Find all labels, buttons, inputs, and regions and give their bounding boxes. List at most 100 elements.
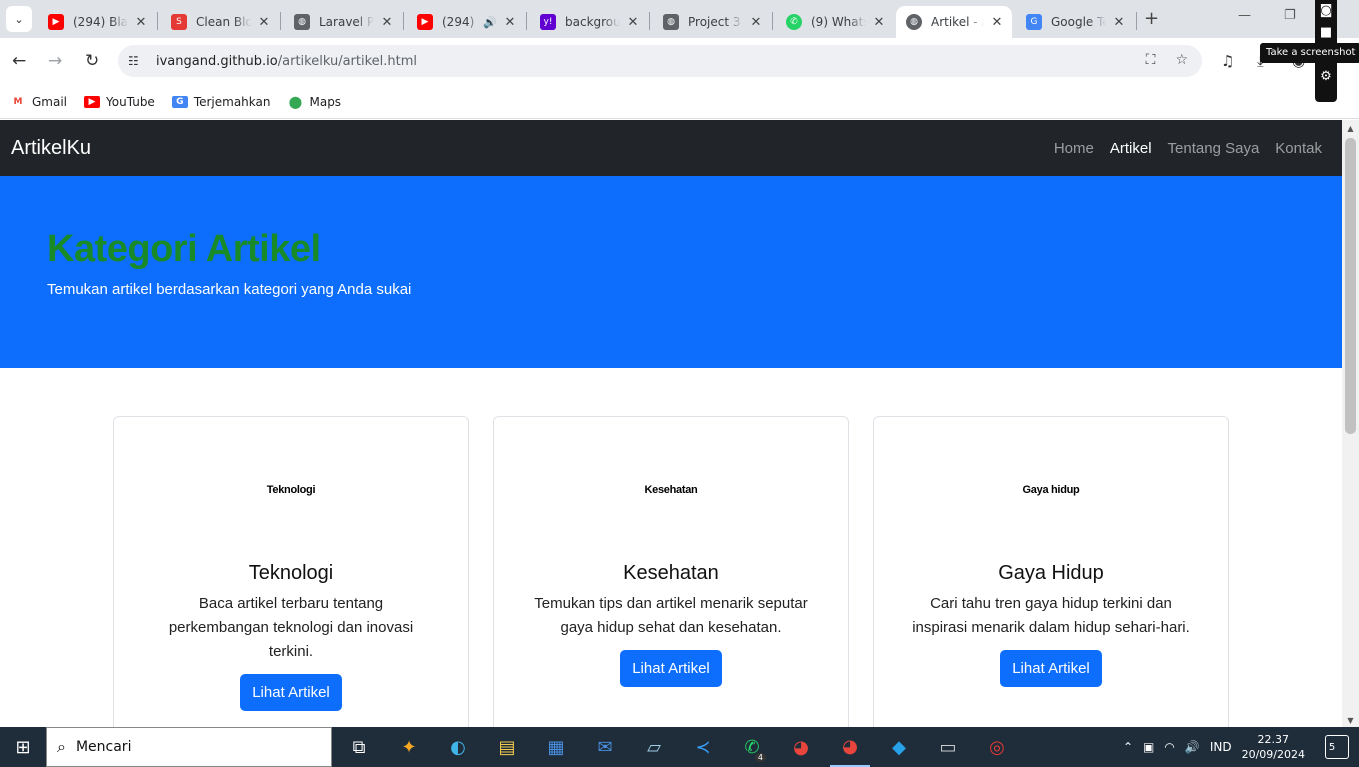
windows-start-icon[interactable]: ⊞ — [0, 737, 46, 758]
bookmark-youtube[interactable]: ▶ YouTube — [84, 95, 155, 109]
taskbar-search-placeholder: Mencari — [75, 739, 132, 755]
wifi-icon[interactable]: ◠ — [1164, 740, 1174, 754]
tab-8[interactable]: G Google Te ✕ — [1016, 6, 1134, 38]
reload-icon[interactable]: ↻ — [85, 51, 99, 71]
chrome-active-icon[interactable]: ◕ — [830, 727, 870, 767]
minimize-icon[interactable]: — — [1238, 8, 1251, 23]
youtube-icon: ▶ — [417, 14, 433, 30]
s-logo-icon: S — [171, 14, 187, 30]
site-settings-icon[interactable]: ☷ — [128, 54, 144, 68]
youtube-icon: ▶ — [48, 14, 64, 30]
bookmark-terjemahkan[interactable]: G Terjemahkan — [171, 95, 270, 109]
tab-2[interactable]: ◍ Laravel Pr ✕ — [284, 6, 402, 38]
taskbar-search[interactable]: ⌕ Mencari — [46, 727, 332, 767]
chrome-icon[interactable]: ◕ — [781, 727, 821, 767]
notepad-icon[interactable]: ▱ — [634, 727, 674, 767]
card-kesehatan: Kesehatan Kesehatan Temukan tips dan art… — [493, 416, 849, 727]
maps-pin-icon: ⬤ — [288, 95, 303, 109]
media-controls-icon[interactable]: ♫ — [1221, 52, 1234, 70]
lihat-artikel-button[interactable]: Lihat Artikel — [1000, 650, 1102, 687]
close-icon[interactable]: ✕ — [134, 15, 148, 30]
scrollbar-thumb[interactable] — [1345, 138, 1356, 434]
chevron-up-icon[interactable]: ⌃ — [1123, 740, 1133, 754]
camera-icon[interactable]: ◙ — [1315, 0, 1337, 22]
forward-arrow-icon[interactable]: → — [48, 51, 62, 71]
google-translate-icon: G — [1026, 14, 1042, 30]
url-path: /artikelku/artikel.html — [277, 53, 418, 69]
notification-count: 5 — [1328, 741, 1336, 753]
tab-5[interactable]: ◍ Project 3 ✕ — [653, 6, 771, 38]
tab-separator — [1136, 12, 1137, 30]
notification-icon[interactable]: 5 — [1325, 735, 1349, 759]
nav-link-tentang-saya[interactable]: Tentang Saya — [1168, 140, 1260, 157]
tab-7-active[interactable]: ◍ Artikel - A ✕ — [896, 6, 1012, 38]
tab-4[interactable]: y! backgrou ✕ — [530, 6, 648, 38]
nav-link-home[interactable]: Home — [1054, 140, 1094, 157]
gmail-icon: M — [13, 97, 23, 107]
card-title: Gaya Hidup — [998, 562, 1104, 584]
back-arrow-icon[interactable]: ← — [12, 51, 26, 71]
record-icon[interactable]: ◎ — [977, 727, 1017, 767]
whatsapp-icon: ✆ — [786, 14, 802, 30]
lihat-artikel-button[interactable]: Lihat Artikel — [240, 674, 342, 711]
globe-icon: ◍ — [294, 14, 310, 30]
scroll-down-icon[interactable]: ▼ — [1342, 716, 1359, 725]
close-icon[interactable]: ✕ — [1112, 15, 1126, 30]
address-bar[interactable]: ☷ ivangand.github.io/artikelku/artikel.h… — [118, 45, 1202, 77]
close-icon[interactable]: ✕ — [872, 15, 886, 30]
bookmark-star-icon[interactable]: ☆ — [1175, 52, 1188, 68]
gear-icon[interactable]: ⚙ — [1315, 66, 1337, 88]
close-icon[interactable]: ✕ — [990, 15, 1004, 30]
vscode-icon[interactable]: ≺ — [683, 727, 723, 767]
browser-toolbar: ← → ↻ ☷ ivangand.github.io/artikelku/art… — [0, 38, 1359, 86]
tab-3[interactable]: ▶ (294) 🔊 ✕ — [407, 6, 525, 38]
file-explorer-icon[interactable]: ▤ — [487, 727, 527, 767]
close-icon[interactable]: ✕ — [503, 15, 517, 30]
close-icon[interactable]: ✕ — [380, 15, 394, 30]
bookmark-maps[interactable]: ⬤ Maps — [287, 95, 341, 109]
speaker-icon[interactable]: 🔊 — [483, 16, 497, 29]
clock[interactable]: 22.37 20/09/2024 — [1242, 732, 1305, 762]
new-tab-button[interactable]: + — [1144, 8, 1159, 29]
lihat-artikel-button[interactable]: Lihat Artikel — [620, 650, 722, 687]
edge-icon[interactable]: ◐ — [438, 727, 478, 767]
tab-6[interactable]: ✆ (9) Whats ✕ — [776, 6, 894, 38]
tab-separator — [280, 12, 281, 30]
language-indicator[interactable]: IND — [1210, 740, 1232, 754]
card-text: Temukan tips dan artikel menarik seputar… — [534, 595, 808, 636]
close-icon[interactable]: ✕ — [257, 15, 271, 30]
card-image: Kesehatan — [644, 483, 698, 496]
tab-0[interactable]: ▶ (294) Black ✕ — [38, 6, 156, 38]
mail-icon[interactable]: ✉ — [585, 727, 625, 767]
whatsapp-icon[interactable]: ✆ 4 — [732, 727, 772, 767]
card-image: Gaya hidup — [1022, 483, 1080, 496]
site-brand[interactable]: ArtikelKu — [11, 137, 91, 160]
nav-link-artikel[interactable]: Artikel — [1110, 140, 1152, 157]
card-title: Teknologi — [248, 562, 334, 584]
system-tray: ⌃ ▣ ◠ 🔊 IND 22.37 20/09/2024 5 — [1123, 727, 1359, 767]
url-text[interactable]: ivangand.github.io/artikelku/artikel.htm… — [156, 54, 417, 69]
close-icon[interactable]: ✕ — [749, 15, 763, 30]
microsoft-store-icon[interactable]: ▦ — [536, 727, 576, 767]
hero-title: Kategori Artikel — [47, 228, 321, 270]
tab-search-button[interactable]: ⌄ — [6, 6, 32, 32]
url-host: ivangand.github.io — [156, 53, 278, 69]
scroll-up-icon[interactable]: ▲ — [1342, 124, 1359, 133]
nav-link-kontak[interactable]: Kontak — [1275, 140, 1322, 157]
tab-1[interactable]: S Clean Blog ✕ — [161, 6, 279, 38]
video-camera-icon[interactable]: ■ — [1315, 22, 1337, 44]
screenshot-tooltip: Take a screenshot — [1260, 43, 1359, 63]
tab-separator — [403, 12, 404, 30]
camera-tray-icon[interactable]: ▣ — [1143, 740, 1154, 754]
restore-icon[interactable]: ❐ — [1284, 8, 1296, 23]
translate-icon[interactable]: ⛶ — [1146, 52, 1156, 68]
terminal-icon[interactable]: ▭ — [928, 727, 968, 767]
page-scrollbar[interactable]: ▲ ▼ — [1342, 120, 1359, 727]
task-view-icon[interactable]: ⧉ — [339, 727, 379, 767]
app-bird-icon[interactable]: ◆ — [879, 727, 919, 767]
tab-separator — [649, 12, 650, 30]
copilot-icon[interactable]: ✦ — [389, 727, 429, 767]
volume-icon[interactable]: 🔊 — [1185, 740, 1200, 754]
bookmark-gmail[interactable]: M Gmail — [10, 95, 68, 109]
close-icon[interactable]: ✕ — [626, 15, 640, 30]
